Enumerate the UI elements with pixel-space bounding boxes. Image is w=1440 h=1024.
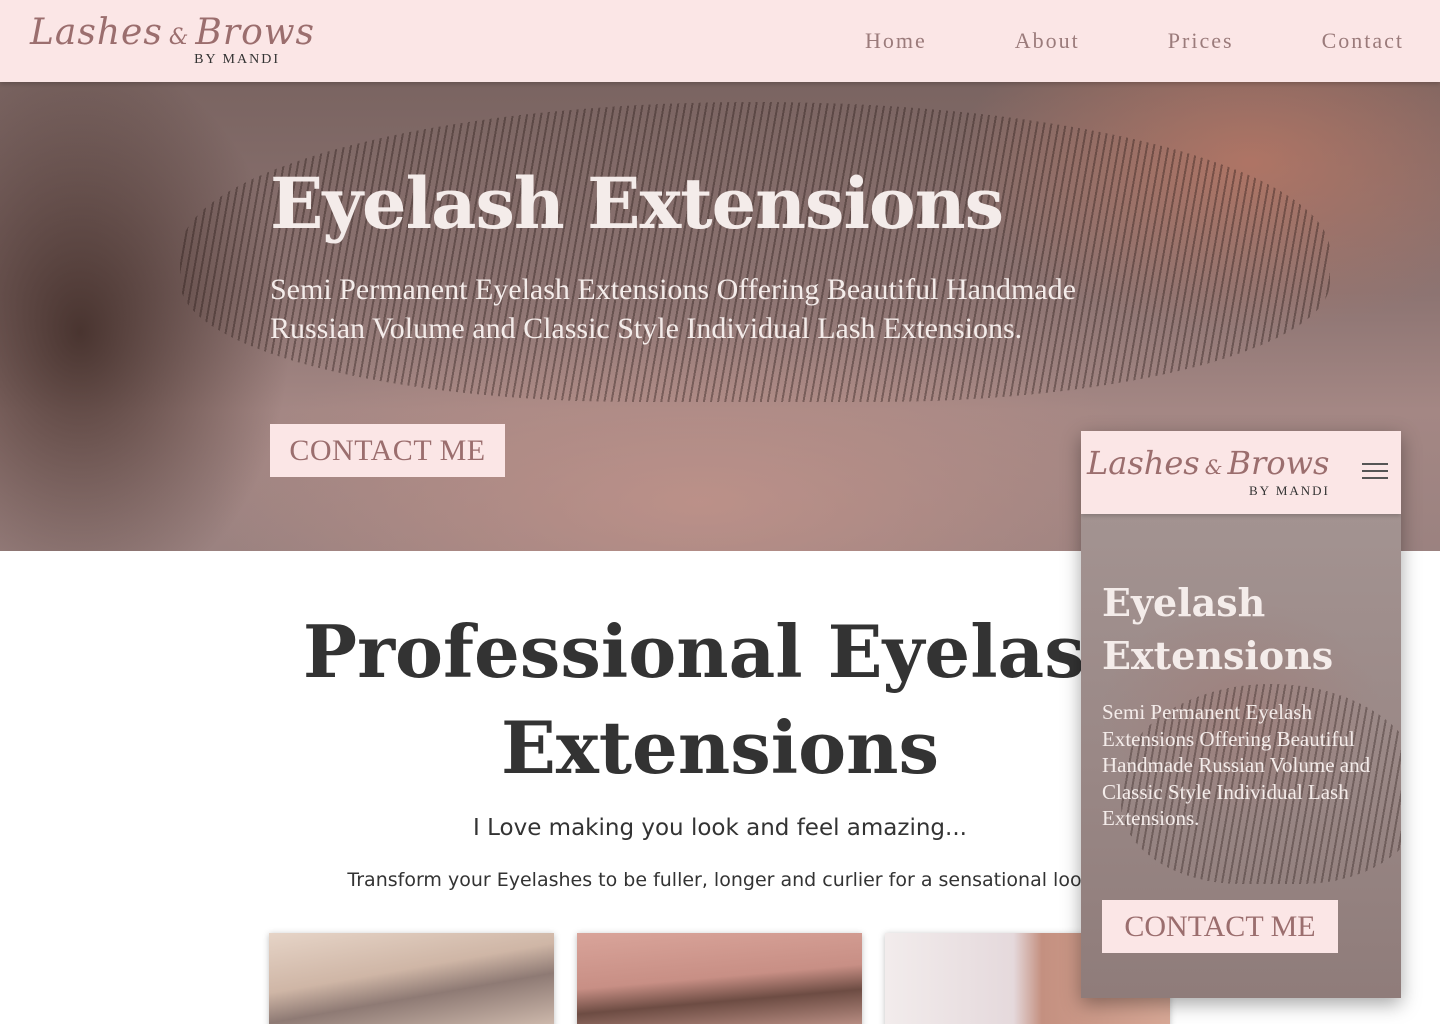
hamburger-icon[interactable]: [1362, 463, 1388, 481]
section-title: Professional Eyelash Extensions: [302, 609, 1138, 790]
nav-about[interactable]: About: [1015, 28, 1080, 54]
hero-background-image: [180, 102, 1330, 402]
mobile-logo[interactable]: Lashes & Brows: [1087, 441, 1329, 489]
nav-contact[interactable]: Contact: [1322, 28, 1404, 54]
mobile-logo-subtitle: BY MANDI: [1249, 483, 1330, 498]
mobile-logo-word-brows: Brows: [1227, 444, 1330, 482]
mobile-logo-ampersand: &: [1204, 455, 1223, 479]
mobile-hero: Eyelash Extensions Semi Permanent Eyelas…: [1081, 514, 1401, 998]
logo-word-brows: Brows: [195, 12, 316, 53]
logo-ampersand: &: [168, 25, 190, 50]
site-header: Lashes & Brows BY MANDI Home About Prices …: [0, 0, 1440, 82]
mobile-logo-word-lashes: Lashes: [1087, 444, 1200, 482]
hero-subtitle: Semi Permanent Eyelash Extensions Offeri…: [270, 273, 1076, 345]
gallery-image-2: [577, 933, 862, 1024]
mobile-header: Lashes & Brows BY MANDI: [1081, 431, 1401, 514]
gallery-image-1: [269, 933, 554, 1024]
mobile-contact-me-button[interactable]: CONTACT ME: [1102, 900, 1338, 953]
mobile-hero-title: Eyelash Extensions: [1102, 580, 1334, 678]
logo-word-lashes: Lashes: [30, 12, 163, 53]
mobile-hero-subtitle: Semi Permanent Eyelash Extensions Offeri…: [1102, 700, 1371, 830]
mobile-preview: Lashes & Brows BY MANDI Eyelash Extensions…: [1081, 431, 1401, 998]
nav-home[interactable]: Home: [865, 28, 927, 54]
nav-prices[interactable]: Prices: [1168, 28, 1234, 54]
logo-subtitle: BY MANDI: [194, 52, 280, 67]
hero-title: Eyelash Extensions: [270, 162, 1004, 245]
site-logo[interactable]: Lashes & Brows BY MANDI: [30, 10, 314, 72]
main-nav: Home About Prices Contact: [777, 28, 1404, 54]
contact-me-button[interactable]: CONTACT ME: [270, 424, 505, 477]
